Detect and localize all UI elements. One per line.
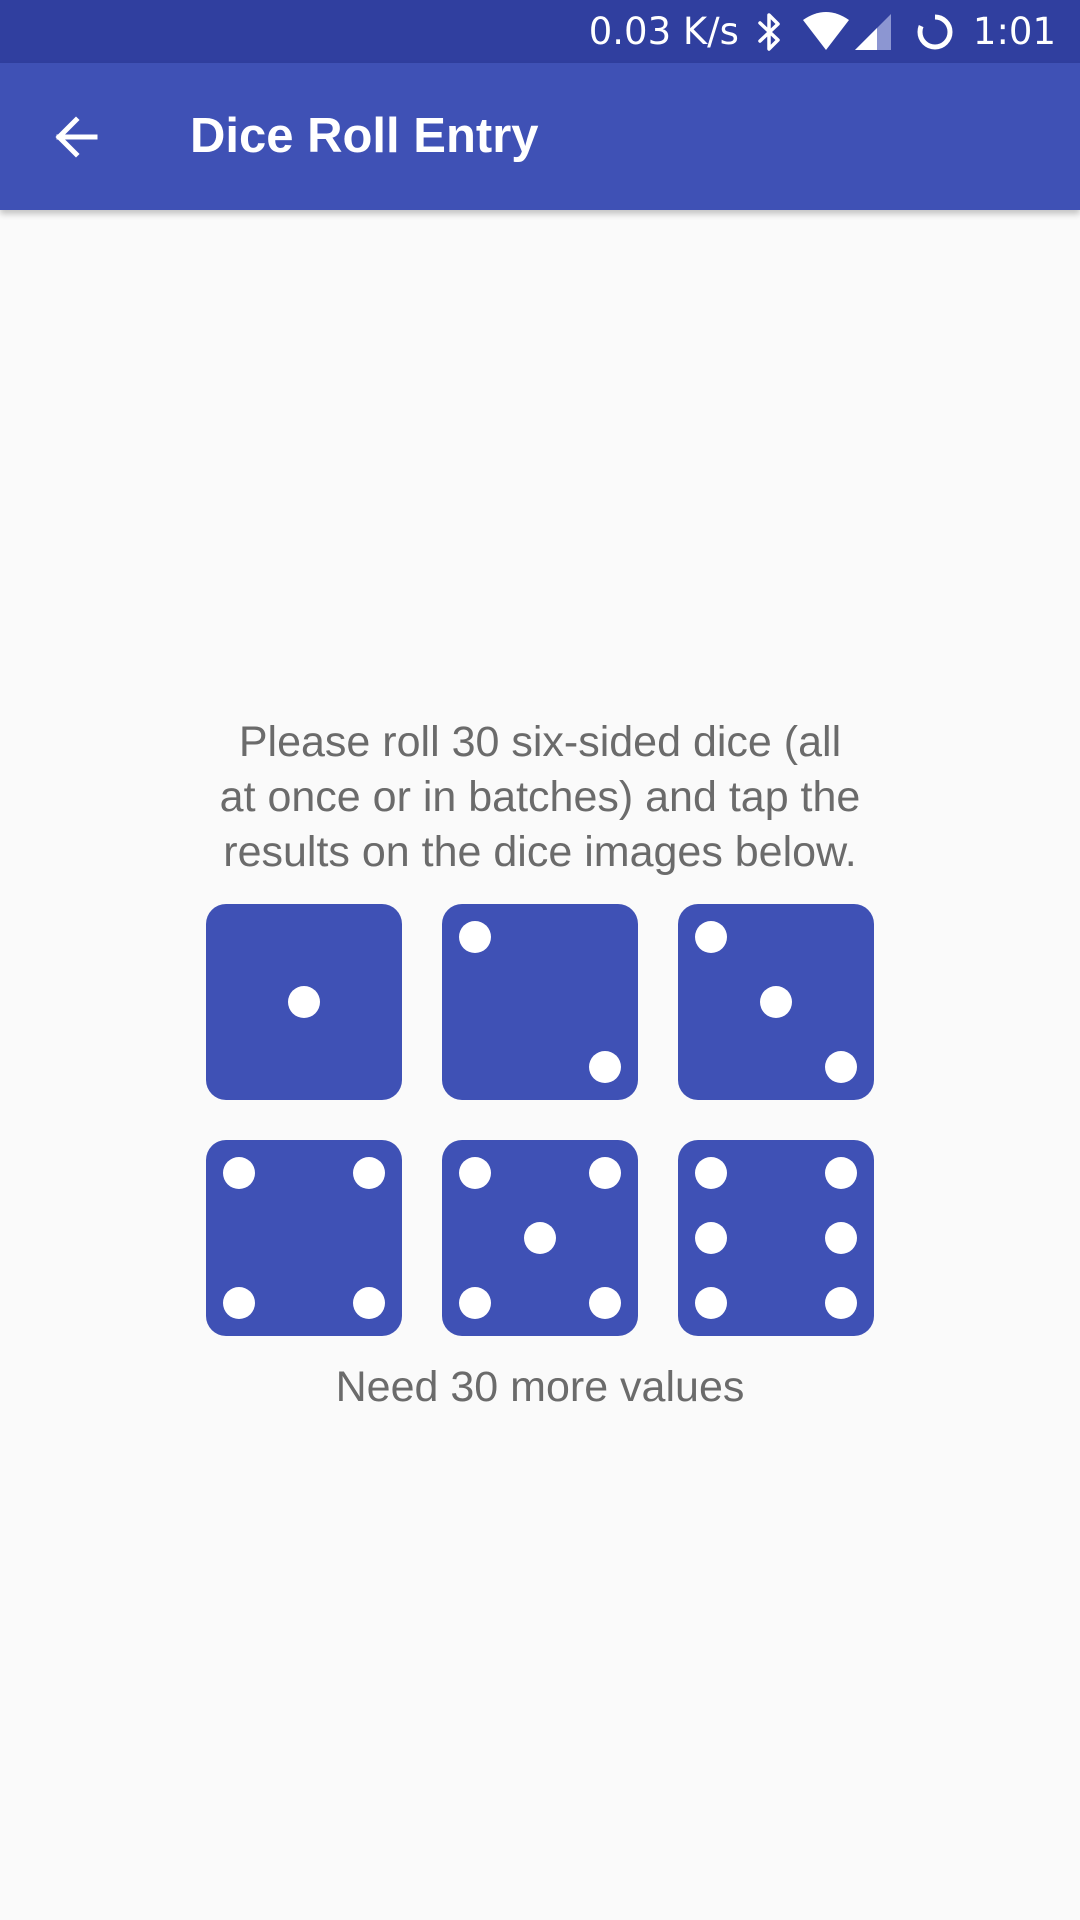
die-pip [589,1287,621,1319]
die-five-button[interactable] [442,1140,638,1336]
die-two-button[interactable] [442,904,638,1100]
die-face [223,1157,385,1319]
die-face [695,921,857,1083]
instructions-line: Please roll 30 six-sided dice (all [238,718,842,766]
die-pip [760,986,792,1018]
die-pip [695,1157,727,1189]
die-pip [589,1157,621,1189]
die-face [288,986,320,1018]
network-speed: 0.03 K/s [588,10,739,53]
die-pip [695,1287,727,1319]
cell-signal-icon [853,12,893,52]
arrow-back-icon [55,116,98,158]
status-bar: 0.03 K/s 1:01 [0,0,1080,63]
instructions-line: at once or in batches) and tap the [219,773,861,821]
die-pip [459,1157,491,1189]
die-face [459,921,621,1083]
page-title: Dice Roll Entry [190,109,539,163]
die-pip [353,1157,385,1189]
clock: 1:01 [972,10,1056,53]
die-pip [825,1222,857,1254]
die-pip [695,921,727,953]
remaining-values-text: Need 30 more values [335,1363,745,1411]
die-pip [459,1287,491,1319]
sync-icon [915,12,955,52]
die-face [459,1157,621,1319]
die-six-button[interactable] [678,1140,874,1336]
die-pip [459,921,491,953]
die-pip [825,1051,857,1083]
wifi-icon [801,11,851,52]
die-pip [589,1051,621,1083]
dice-grid [206,904,874,1336]
die-pip [825,1287,857,1319]
die-four-button[interactable] [206,1140,402,1336]
instructions-line: results on the dice images below. [223,828,857,876]
die-pip [353,1287,385,1319]
die-pip [223,1157,255,1189]
die-face [695,1157,857,1319]
app-bar: Dice Roll Entry [0,63,1080,210]
die-one-button[interactable] [206,904,402,1100]
die-pip [524,1222,556,1254]
die-three-button[interactable] [678,904,874,1100]
instructions-text: Please roll 30 six-sided dice (all at on… [140,715,940,880]
back-button[interactable] [32,93,120,181]
die-pip [223,1287,255,1319]
die-pip [288,986,320,1018]
die-pip [825,1157,857,1189]
bluetooth-icon [757,12,783,52]
die-pip [695,1222,727,1254]
